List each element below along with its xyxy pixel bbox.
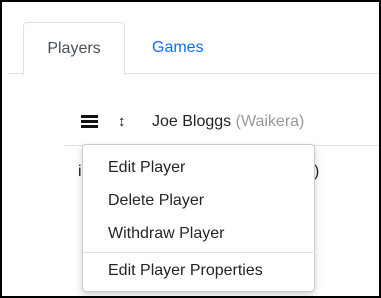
player-club: (Waikera) [235,113,305,130]
menu-item-withdraw-player[interactable]: Withdraw Player [83,217,314,250]
tab-players[interactable]: Players [23,22,125,75]
player-row: ↕ Joe Bloggs (Waikera) [2,112,379,134]
hamburger-icon[interactable] [81,115,98,129]
sort-arrows-icon[interactable]: ↕ [118,114,126,130]
tab-games[interactable]: Games [152,22,204,75]
menu-item-delete-player[interactable]: Delete Player [83,184,314,217]
menu-item-edit-player[interactable]: Edit Player [83,151,314,184]
tab-bar: Players Games [8,22,379,75]
screenshot-frame: Players Games ↕ Joe Bloggs (Waikera) i )… [0,0,381,298]
player-context-menu: Edit Player Delete Player Withdraw Playe… [82,144,315,292]
player-name: Joe Bloggs (Waikera) [152,112,304,132]
menu-item-edit-player-properties[interactable]: Edit Player Properties [83,254,314,287]
player-name-text: Joe Bloggs [152,113,232,130]
menu-divider [83,252,314,253]
